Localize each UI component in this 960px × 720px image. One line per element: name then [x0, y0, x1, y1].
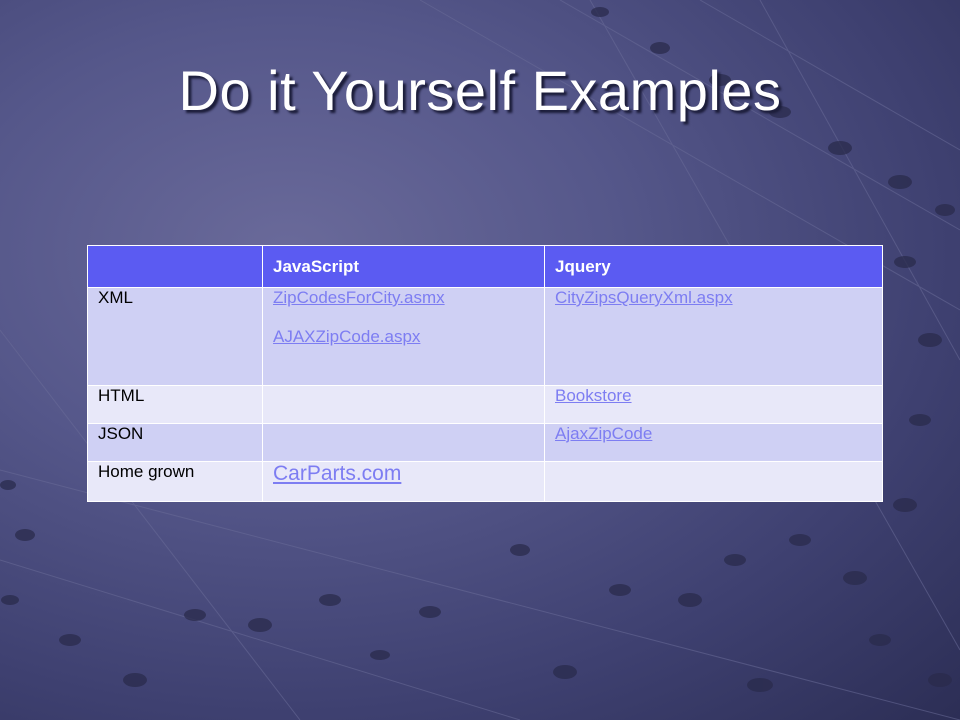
table-row-home-grown: Home grown CarParts.com [87, 461, 883, 502]
link-bookstore[interactable]: Bookstore [555, 386, 872, 406]
cell-xml-jquery: CityZipsQueryXml.aspx [544, 287, 883, 386]
table-row-xml: XML ZipCodesForCity.asmx AJAXZipCode.asp… [87, 287, 883, 386]
row-label-html: HTML [87, 385, 263, 424]
link-ajaxzipcode[interactable]: AjaxZipCode [555, 424, 872, 444]
table-header-row: JavaScript Jquery [87, 245, 883, 288]
cell-home-grown-javascript: CarParts.com [262, 461, 545, 502]
header-corner-cell [87, 245, 263, 288]
link-carparts[interactable]: CarParts.com [273, 462, 534, 486]
link-cityzipsqueryxml[interactable]: CityZipsQueryXml.aspx [555, 288, 872, 308]
cell-home-grown-jquery [544, 461, 883, 502]
row-label-xml: XML [87, 287, 263, 386]
cell-html-jquery: Bookstore [544, 385, 883, 424]
cell-html-javascript [262, 385, 545, 424]
row-label-home-grown: Home grown [87, 461, 263, 502]
table-row-html: HTML Bookstore [87, 385, 883, 424]
header-jquery: Jquery [544, 245, 883, 288]
table-row-json: JSON AjaxZipCode [87, 423, 883, 462]
link-zipcodesforcity[interactable]: ZipCodesForCity.asmx [273, 288, 534, 308]
link-ajaxzipcode-aspx[interactable]: AJAXZipCode.aspx [273, 327, 534, 347]
cell-xml-javascript: ZipCodesForCity.asmx AJAXZipCode.aspx [262, 287, 545, 386]
cell-json-javascript [262, 423, 545, 462]
slide-title: Do it Yourself Examples [178, 59, 782, 122]
cell-json-jquery: AjaxZipCode [544, 423, 883, 462]
examples-table: JavaScript Jquery XML ZipCodesForCity.as… [87, 245, 883, 502]
header-javascript: JavaScript [262, 245, 545, 288]
row-label-json: JSON [87, 423, 263, 462]
